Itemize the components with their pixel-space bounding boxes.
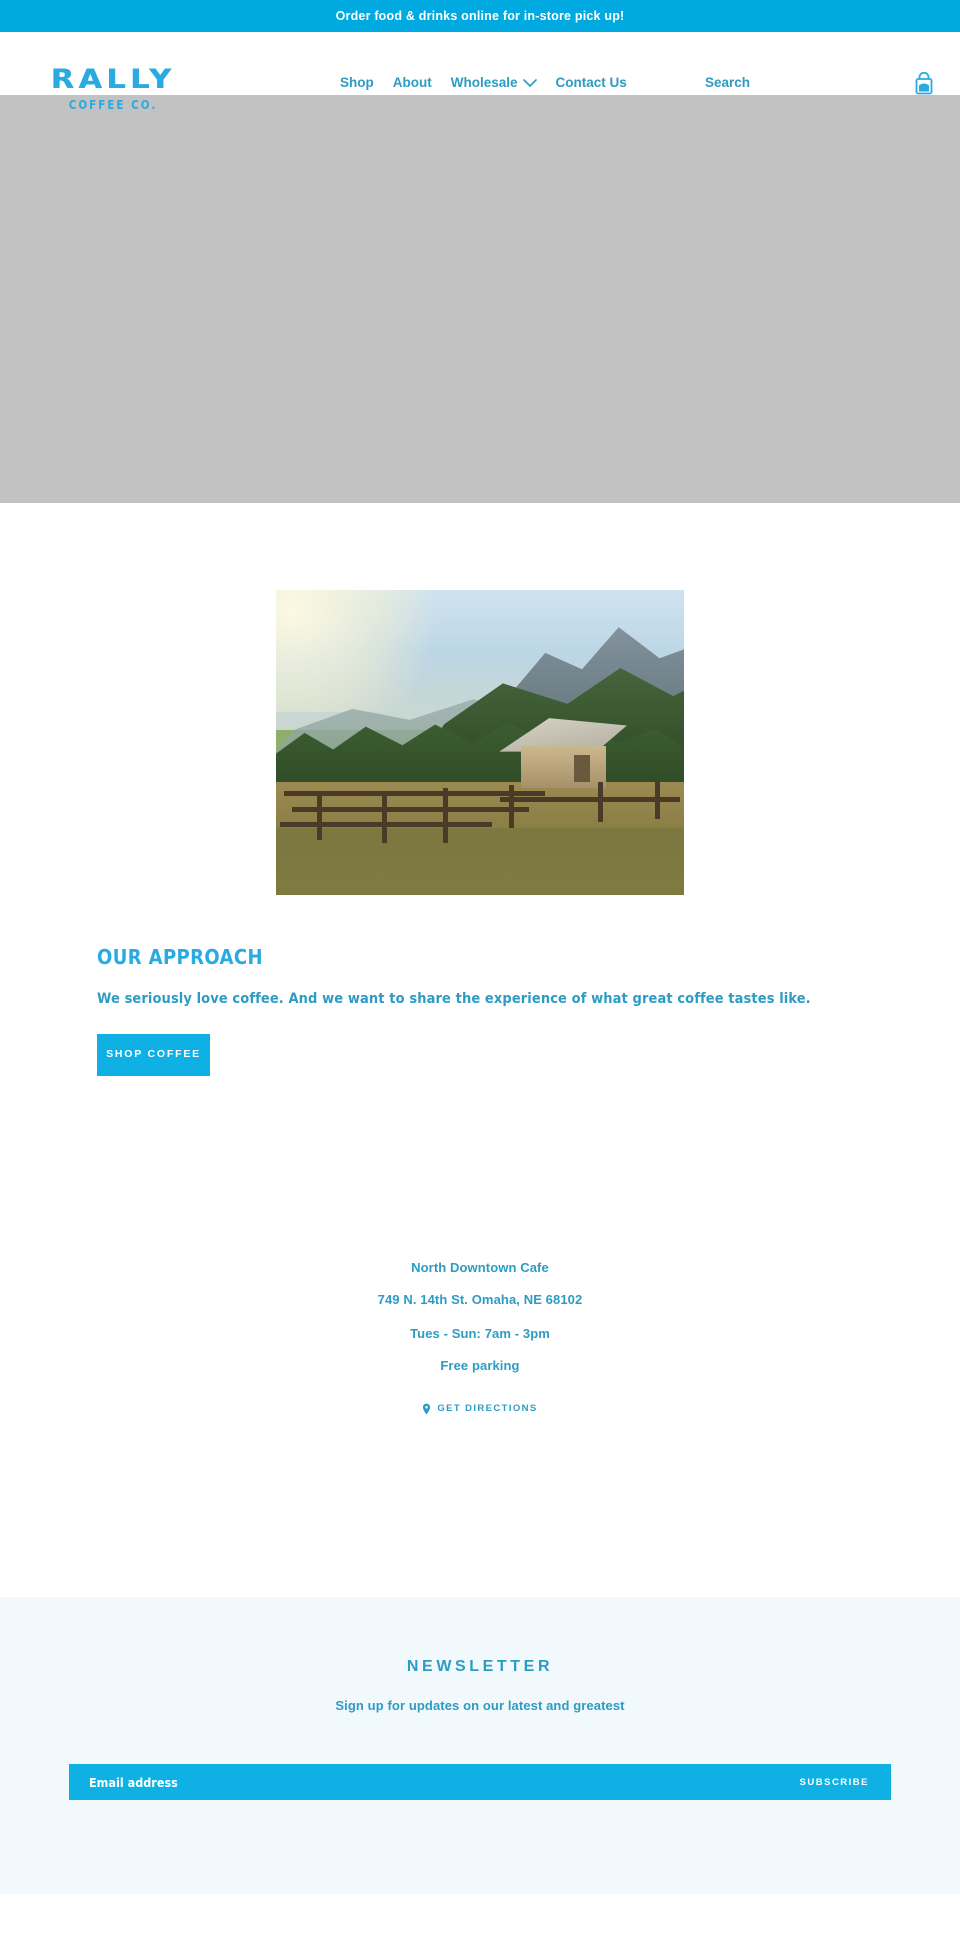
nav-item-about[interactable]: About (393, 76, 432, 90)
newsletter-section: NEWSLETTER Sign up for updates on our la… (0, 1597, 960, 1895)
approach-title: OUR APPROACH (97, 945, 263, 969)
email-input[interactable] (69, 1764, 790, 1801)
main-navigation: Shop About Wholesale Contact Us (340, 76, 627, 90)
shopping-bag-icon[interactable] (913, 72, 935, 96)
page-bottom-spacer (0, 1894, 960, 1949)
get-directions-link[interactable]: GET DIRECTIONS (422, 1403, 537, 1415)
approach-subtitle: We seriously love coffee. And we want to… (97, 991, 811, 1007)
cafe-address: 749 N. 14th St. Omaha, NE 68102 (377, 1292, 583, 1308)
nav-item-contact-us[interactable]: Contact Us (556, 76, 627, 90)
nav-item-wholesale-label[interactable]: Wholesale (451, 76, 518, 90)
get-directions-label: GET DIRECTIONS (437, 1403, 538, 1415)
subscribe-button[interactable]: SUBSCRIBE (790, 1764, 891, 1800)
search-link[interactable]: Search (705, 76, 750, 90)
cafe-info-section: North Downtown Cafe 749 N. 14th St. Omah… (0, 1076, 960, 1598)
newsletter-form: SUBSCRIBE (69, 1764, 891, 1801)
site-header: RALLY COFFEE CO. Shop About Wholesale Co… (0, 32, 960, 111)
site-logo[interactable]: RALLY COFFEE CO. (38, 66, 188, 112)
hero-banner (0, 95, 960, 503)
newsletter-subtitle: Sign up for updates on our latest and gr… (335, 1698, 625, 1714)
logo-primary-text: RALLY (50, 64, 176, 95)
our-approach-section: OUR APPROACH We seriously love coffee. A… (0, 503, 960, 1077)
approach-photo (276, 590, 684, 895)
cafe-hours: Tues - Sun: 7am - 3pm (410, 1326, 550, 1342)
nav-item-shop[interactable]: Shop (340, 76, 374, 90)
chevron-down-icon (522, 78, 537, 87)
approach-copy: OUR APPROACH We seriously love coffee. A… (0, 945, 960, 1077)
map-pin-icon (422, 1403, 431, 1415)
nav-item-wholesale[interactable]: Wholesale (451, 76, 537, 90)
shop-coffee-button[interactable]: SHOP COFFEE (97, 1034, 210, 1077)
logo-secondary-text: COFFEE CO. (68, 97, 158, 112)
cafe-name: North Downtown Cafe (411, 1260, 549, 1276)
cafe-parking: Free parking (440, 1358, 520, 1374)
announcement-bar[interactable]: Order food & drinks online for in-store … (0, 0, 960, 32)
newsletter-title: NEWSLETTER (406, 1658, 554, 1676)
announcement-text: Order food & drinks online for in-store … (335, 8, 625, 23)
